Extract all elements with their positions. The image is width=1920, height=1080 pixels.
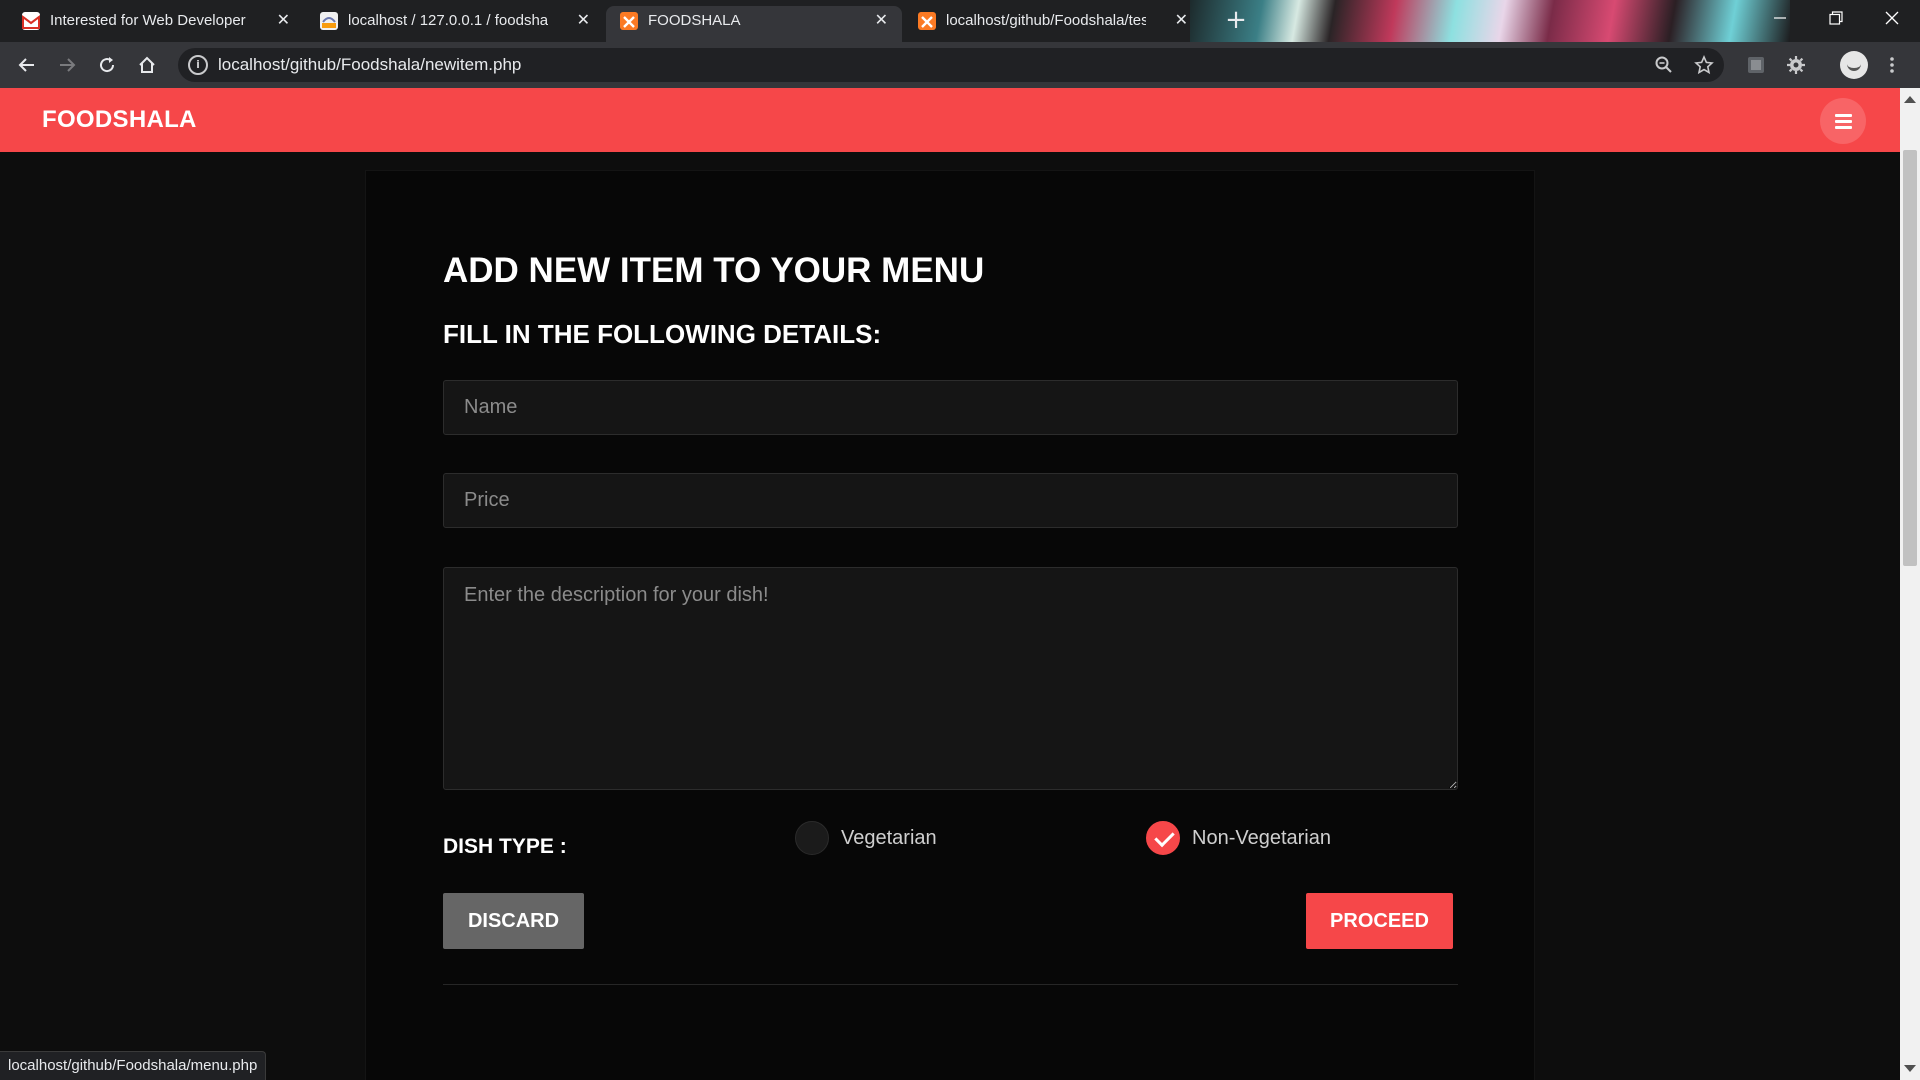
browser-tab-gmail[interactable]: Interested for Web Developer Pr ✕ (8, 6, 304, 42)
scrollbar-thumb[interactable] (1903, 150, 1917, 566)
price-input[interactable] (443, 473, 1458, 528)
hamburger-menu-icon[interactable] (1820, 98, 1866, 144)
browser-tab-test[interactable]: localhost/github/Foodshala/test. ✕ (904, 6, 1202, 42)
minimize-icon[interactable] (1752, 0, 1808, 36)
window-close-icon[interactable] (1864, 0, 1920, 36)
forward-icon[interactable] (52, 50, 82, 80)
name-input[interactable] (443, 380, 1458, 435)
page-scrollbar[interactable] (1900, 88, 1920, 1080)
add-item-form-card: ADD NEW ITEM TO YOUR MENU FILL IN THE FO… (365, 170, 1535, 1080)
browser-theme-artwork (1190, 0, 1790, 42)
tab-title: localhost / 127.0.0.1 / foodshala (348, 12, 548, 29)
discard-button[interactable]: DISCARD (443, 893, 584, 949)
puzzle-extension-icon[interactable] (1784, 53, 1808, 77)
zoom-icon[interactable] (1651, 52, 1677, 78)
back-icon[interactable] (12, 50, 42, 80)
form-divider (443, 984, 1458, 985)
non-vegetarian-label[interactable]: Non-Vegetarian (1192, 821, 1331, 855)
close-icon[interactable]: ✕ (1175, 6, 1188, 36)
non-vegetarian-radio[interactable]: Non-Vegetarian (1146, 821, 1386, 855)
vegetarian-radio[interactable]: Vegetarian (795, 821, 995, 855)
scroll-up-arrow-icon[interactable] (1904, 96, 1916, 103)
xampp-icon (620, 12, 638, 30)
radio-unchecked-icon[interactable] (795, 821, 829, 855)
gmail-icon (22, 12, 40, 30)
tab-title: FOODSHALA (648, 12, 741, 29)
url-text[interactable]: localhost/github/Foodshala/newitem.php (218, 48, 521, 82)
xampp-icon (918, 12, 936, 30)
browser-tab-strip: Interested for Web Developer Pr ✕ localh… (0, 0, 1920, 42)
browser-tab-foodshala[interactable]: FOODSHALA ✕ (606, 6, 902, 42)
bookmark-star-icon[interactable] (1691, 52, 1717, 78)
info-icon[interactable]: i (188, 55, 208, 75)
home-icon[interactable] (132, 50, 162, 80)
address-bar[interactable]: i localhost/github/Foodshala/newitem.php (178, 48, 1724, 82)
tab-title: localhost/github/Foodshala/test. (946, 12, 1146, 29)
browser-toolbar: i localhost/github/Foodshala/newitem.php (0, 42, 1920, 88)
form-title: ADD NEW ITEM TO YOUR MENU (443, 251, 985, 290)
vegetarian-label[interactable]: Vegetarian (841, 821, 937, 855)
browser-menu-icon[interactable] (1880, 53, 1904, 77)
page-viewport: FOODSHALA ADD NEW ITEM TO YOUR MENU FILL… (0, 88, 1900, 1080)
close-icon[interactable]: ✕ (277, 6, 290, 36)
phpmyadmin-icon (320, 12, 338, 30)
close-icon[interactable]: ✕ (577, 6, 590, 36)
proceed-button[interactable]: PROCEED (1306, 893, 1453, 949)
restore-icon[interactable] (1808, 0, 1864, 36)
close-icon[interactable]: ✕ (875, 6, 888, 36)
new-tab-button[interactable]: + (1222, 6, 1250, 36)
profile-avatar[interactable] (1840, 51, 1868, 79)
extension-icon[interactable] (1744, 53, 1768, 77)
form-subtitle: FILL IN THE FOLLOWING DETAILS: (443, 319, 882, 349)
reload-icon[interactable] (92, 50, 122, 80)
link-status-bubble: localhost/github/Foodshala/menu.php (0, 1051, 267, 1080)
description-textarea[interactable] (443, 567, 1458, 790)
tab-title: Interested for Web Developer Pr (50, 12, 250, 29)
radio-checked-icon[interactable] (1146, 821, 1180, 855)
site-header: FOODSHALA (0, 88, 1900, 152)
scroll-down-arrow-icon[interactable] (1904, 1065, 1916, 1072)
site-brand[interactable]: FOODSHALA (42, 88, 197, 152)
browser-tab-phpmyadmin[interactable]: localhost / 127.0.0.1 / foodshala ✕ (306, 6, 604, 42)
dish-type-label: DISH TYPE : (443, 835, 567, 858)
